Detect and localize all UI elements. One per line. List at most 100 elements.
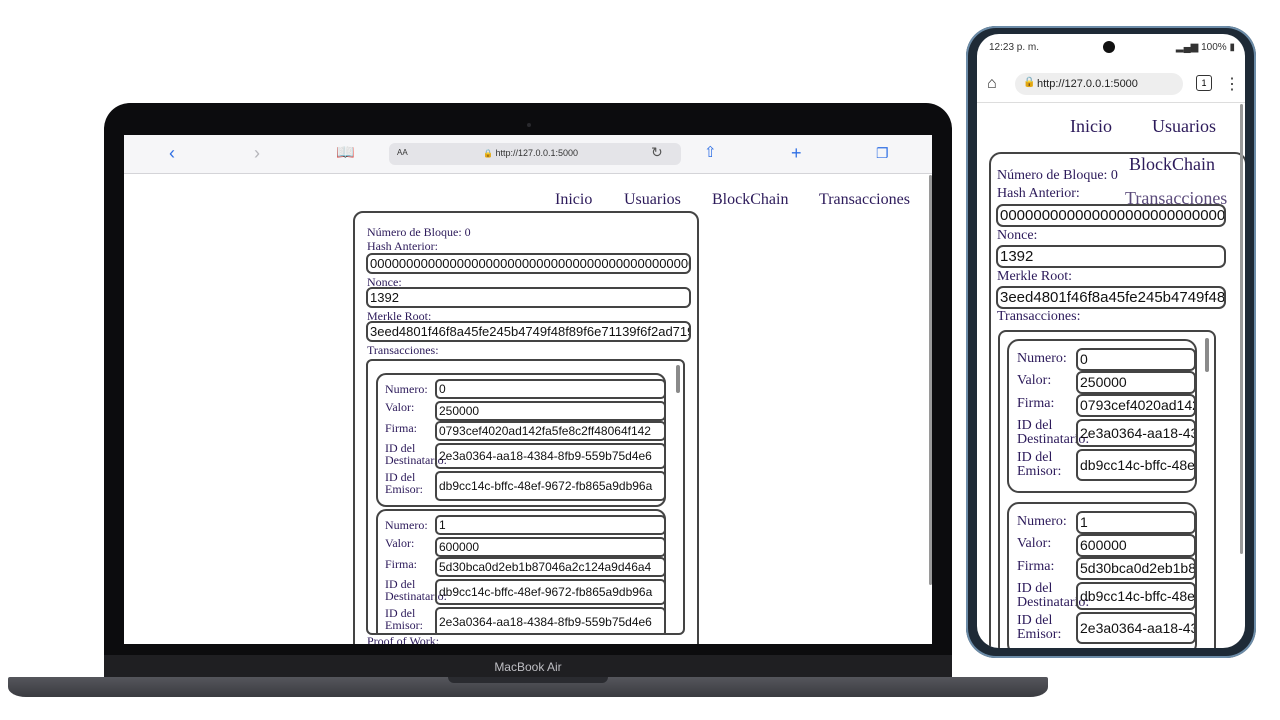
- laptop-camera: [527, 123, 531, 127]
- page-scrollbar[interactable]: [1240, 104, 1243, 554]
- menu-dots-icon[interactable]: ⋮: [1224, 74, 1240, 94]
- tabs-icon[interactable]: ❐: [876, 143, 889, 163]
- laptop-base: [8, 677, 1048, 697]
- forward-icon[interactable]: ›: [254, 143, 260, 163]
- reader-button[interactable]: AA: [397, 148, 408, 157]
- merkle-field[interactable]: 3eed4801f46f8a45fe245b4749f48f89f6e71139…: [366, 321, 691, 342]
- tx-signature-label: Firma:: [385, 421, 417, 435]
- tx-sender-field[interactable]: 2e3a0364-aa18-4384-8fb9-559b75d4e6: [435, 607, 666, 633]
- nav-inicio[interactable]: Inicio: [1070, 116, 1112, 137]
- status-bar: 12:23 p. m. ▂▄▆ 100% ▮: [977, 34, 1245, 58]
- tx-receiver-label: ID del Destinatario:: [385, 441, 447, 467]
- tx-number-label: Numero:: [1017, 351, 1067, 366]
- nonce-field[interactable]: 1392: [366, 287, 691, 308]
- tx-sender-field[interactable]: db9cc14c-bffc-48ef-9672-fb865a9db96a: [435, 471, 666, 501]
- nav-transacciones[interactable]: Transacciones: [819, 191, 910, 209]
- transactions-list[interactable]: Numero: 0 Valor: 250000 Firma: 0793cef40…: [998, 330, 1216, 648]
- tx-number-field[interactable]: 0: [1076, 348, 1196, 371]
- transactions-label: Transacciones:: [367, 343, 439, 357]
- block-number-label: Número de Bloque: 0: [997, 168, 1118, 183]
- tx-receiver-field[interactable]: 2e3a0364-aa18-4384-8fb9-559b75d4e6: [1076, 419, 1196, 447]
- front-camera: [1103, 41, 1115, 53]
- tx-receiver-label: ID del Destinatario:: [1017, 581, 1090, 610]
- tx-receiver-label: ID del Destinatario:: [385, 577, 447, 603]
- transactions-list[interactable]: Numero: 0 Valor: 250000 Firma: 0793cef40…: [366, 359, 685, 635]
- scrollbar[interactable]: [676, 365, 680, 393]
- reload-icon[interactable]: ↻: [651, 144, 663, 161]
- tx-number-field[interactable]: 0: [435, 379, 666, 399]
- url-text: 🔒 http://127.0.0.1:5000: [483, 148, 579, 158]
- tx-value-field[interactable]: 250000: [1076, 371, 1196, 394]
- battery-indicator: ▂▄▆ 100% ▮: [1175, 42, 1235, 53]
- share-icon[interactable]: ⇧: [704, 143, 717, 163]
- status-time: 12:23 p. m.: [989, 42, 1040, 53]
- tx-sender-label: ID del Emisor:: [385, 606, 423, 632]
- mobile-url-bar[interactable]: 🔒 http://127.0.0.1:5000: [1015, 73, 1183, 95]
- tx-number-label: Numero:: [385, 382, 428, 396]
- transaction-card: Numero: 1 Valor: 600000 Firma: 5d30bca0d…: [376, 509, 666, 633]
- tx-value-label: Valor:: [1017, 536, 1052, 551]
- lock-icon: 🔒: [483, 149, 493, 158]
- mobile-url-text: http://127.0.0.1:5000: [1037, 78, 1138, 90]
- tx-number-label: Numero:: [385, 518, 428, 532]
- tx-value-label: Valor:: [385, 400, 415, 414]
- tab-count-button[interactable]: 1: [1196, 75, 1212, 91]
- nav-inicio[interactable]: Inicio: [555, 191, 592, 209]
- transactions-label: Transacciones:: [997, 309, 1081, 324]
- block-card: Número de Bloque: 0 Hash Anterior: 00000…: [353, 211, 699, 644]
- laptop-screen: ‹ › 📖 AA 🔒 http://127.0.0.1:5000 ↻ ⇧ + ❐…: [124, 135, 932, 644]
- nav-usuarios[interactable]: Usuarios: [1152, 116, 1216, 137]
- block-number-label: Número de Bloque: 0: [367, 225, 471, 239]
- bookmarks-icon[interactable]: 📖: [336, 143, 355, 163]
- pow-label: Proof of Work:: [367, 634, 440, 644]
- merkle-field[interactable]: 3eed4801f46f8a45fe245b4749f48f89f6e71139…: [996, 286, 1226, 309]
- back-icon[interactable]: ‹: [169, 143, 175, 163]
- tx-receiver-field[interactable]: 2e3a0364-aa18-4384-8fb9-559b75d4e6: [435, 443, 666, 469]
- nonce-label: Nonce:: [997, 228, 1038, 243]
- tx-value-field[interactable]: 600000: [1076, 534, 1196, 557]
- tx-number-field[interactable]: 1: [1076, 511, 1196, 534]
- transaction-card: Numero: 0 Valor: 250000 Firma: 0793cef40…: [1007, 339, 1197, 493]
- tx-value-field[interactable]: 250000: [435, 401, 666, 421]
- tx-value-field[interactable]: 600000: [435, 537, 666, 557]
- hash-field[interactable]: 0000000000000000000000000000000000000000…: [366, 253, 691, 274]
- laptop-device: ‹ › 📖 AA 🔒 http://127.0.0.1:5000 ↻ ⇧ + ❐…: [104, 103, 952, 681]
- tx-signature-field[interactable]: 0793cef4020ad142fa5fe8c2ff48064f142: [435, 421, 666, 441]
- block-card: Número de Bloque: 0 Hash Anterior: 00000…: [989, 152, 1245, 648]
- tx-sender-field[interactable]: 2e3a0364-aa18-4384-8fb9-559b75d4e6: [1076, 612, 1196, 644]
- new-tab-icon[interactable]: +: [791, 143, 802, 163]
- laptop-notch: [448, 677, 608, 683]
- nav-blockchain[interactable]: BlockChain: [712, 191, 788, 209]
- home-icon[interactable]: ⌂: [987, 75, 997, 93]
- tx-signature-field[interactable]: 5d30bca0d2eb1b87046a2c124a9d46a4: [435, 557, 666, 577]
- device-label: MacBook Air: [494, 660, 562, 674]
- lock-icon: 🔒: [1023, 77, 1036, 88]
- scrollbar[interactable]: [1205, 338, 1209, 372]
- tx-value-label: Valor:: [1017, 373, 1052, 388]
- tx-signature-field[interactable]: 5d30bca0d2eb1b87046a2c124a9d46a4: [1076, 557, 1196, 580]
- hash-label: Hash Anterior:: [997, 186, 1080, 201]
- phone-device: 12:23 p. m. ▂▄▆ 100% ▮ ⌂ 🔒 http://127.0.…: [966, 26, 1256, 658]
- tx-signature-field[interactable]: 0793cef4020ad142fa5fe8c2ff48064f142: [1076, 394, 1196, 417]
- tx-receiver-field[interactable]: db9cc14c-bffc-48ef-9672-fb865a9db96a: [1076, 582, 1196, 610]
- hash-field[interactable]: 0000000000000000000000000000000000000000…: [996, 204, 1226, 227]
- tx-value-label: Valor:: [385, 536, 415, 550]
- tx-receiver-field[interactable]: db9cc14c-bffc-48ef-9672-fb865a9db96a: [435, 579, 666, 605]
- transaction-card: Numero: 1 Valor: 600000 Firma: 5d30bca0d…: [1007, 502, 1197, 648]
- tx-signature-label: Firma:: [385, 557, 417, 571]
- tx-sender-label: ID del Emisor:: [1017, 613, 1062, 642]
- tx-number-label: Numero:: [1017, 514, 1067, 529]
- hash-label: Hash Anterior:: [367, 239, 438, 253]
- tx-signature-label: Firma:: [1017, 559, 1055, 574]
- page-scrollbar[interactable]: [929, 175, 932, 585]
- phone-screen: 12:23 p. m. ▂▄▆ 100% ▮ ⌂ 🔒 http://127.0.…: [977, 34, 1245, 648]
- tx-sender-field[interactable]: db9cc14c-bffc-48ef-9672-fb865a9db96a: [1076, 449, 1196, 481]
- url-bar[interactable]: AA 🔒 http://127.0.0.1:5000 ↻: [389, 143, 681, 165]
- nav-usuarios[interactable]: Usuarios: [624, 191, 681, 209]
- tx-number-field[interactable]: 1: [435, 515, 666, 535]
- battery-icon: ▮: [1229, 42, 1235, 53]
- tx-sender-label: ID del Emisor:: [385, 470, 423, 496]
- merkle-label: Merkle Root:: [997, 269, 1073, 284]
- mobile-browser-bar: ⌂ 🔒 http://127.0.0.1:5000 1 ⋮: [977, 68, 1245, 103]
- nonce-field[interactable]: 1392: [996, 245, 1226, 268]
